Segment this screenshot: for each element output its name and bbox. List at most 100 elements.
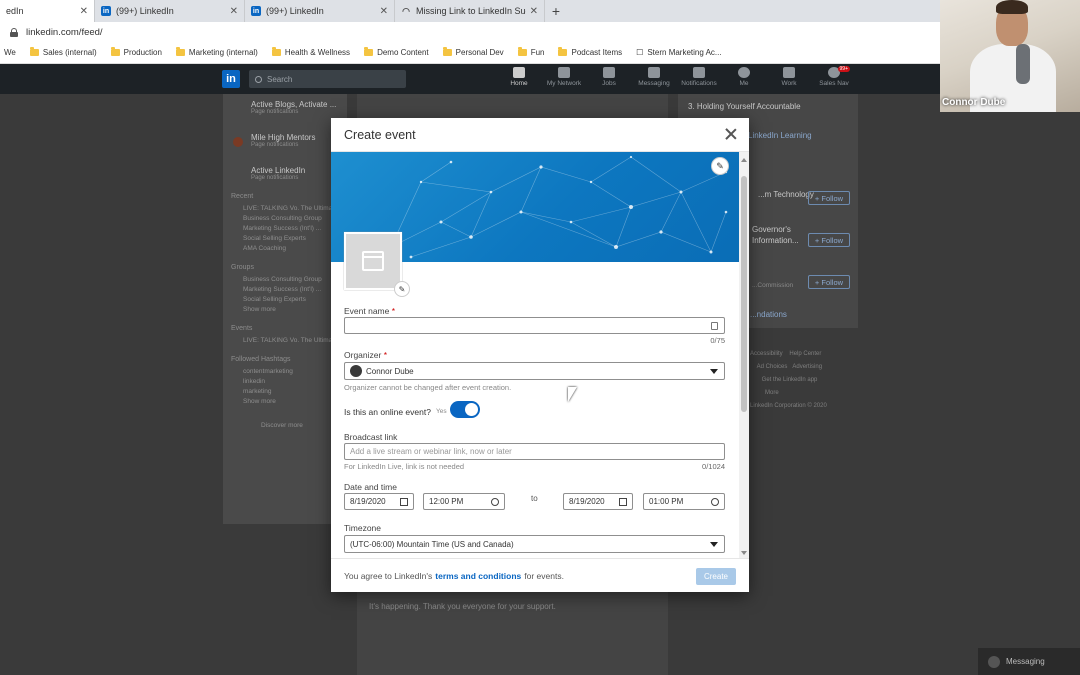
- online-event-toggle[interactable]: [450, 401, 480, 418]
- bookmark-item[interactable]: ☐ Stern Marketing Ac...: [636, 48, 721, 57]
- list-item[interactable]: Social Selling Experts: [223, 293, 347, 303]
- event-name-input[interactable]: [344, 317, 725, 334]
- page-item[interactable]: Active LinkedIn Page notifications: [223, 160, 347, 181]
- organizer-select[interactable]: Connor Dube: [344, 362, 725, 380]
- browser-tab-1[interactable]: edIn ✕: [0, 0, 95, 22]
- end-time-input[interactable]: 01:00 PM: [643, 493, 725, 510]
- bookmark-folder[interactable]: Personal Dev: [442, 47, 504, 57]
- browser-tab-bar: edIn ✕ in (99+) LinkedIn ✕ in (99+) Link…: [0, 0, 940, 22]
- chevron-down-icon: [710, 369, 718, 374]
- list-item[interactable]: Marketing Success (Int'l) ...: [223, 283, 347, 293]
- end-date-input[interactable]: 8/19/2020: [563, 493, 633, 510]
- list-item[interactable]: Social Selling Experts: [223, 232, 347, 242]
- close-tab-icon[interactable]: ✕: [530, 6, 538, 17]
- follow-button[interactable]: + Follow: [808, 233, 850, 247]
- bell-icon: [693, 67, 705, 78]
- event-name-counter: 0/75: [710, 336, 725, 345]
- view-recommendations-link[interactable]: ...ndations: [750, 310, 787, 319]
- broadcast-link-input[interactable]: Add a live stream or webinar link, now o…: [344, 443, 725, 460]
- linkedin-icon: in: [101, 6, 111, 16]
- wifi-icon: ◠: [402, 5, 410, 16]
- edit-cover-button[interactable]: ✎: [711, 157, 729, 175]
- folder-icon: [271, 47, 281, 56]
- modal-title: Create event: [344, 127, 416, 142]
- start-date-input[interactable]: 8/19/2020: [344, 493, 414, 510]
- bookmark-item[interactable]: We: [4, 48, 16, 57]
- linkedin-navbar: in Search Home My Network Jobs Messaging…: [0, 64, 1080, 94]
- people-icon: [558, 67, 570, 78]
- hashtag-item[interactable]: contentmarketing: [223, 365, 347, 375]
- list-item[interactable]: Business Consulting Group: [223, 212, 347, 222]
- nav-me[interactable]: Me: [724, 67, 764, 87]
- hashtag-item[interactable]: linkedin: [223, 375, 347, 385]
- bookmarks-bar: We Sales (internal) Production Marketing…: [0, 42, 1080, 64]
- hashtag-item[interactable]: marketing: [223, 385, 347, 395]
- suggestion-name: Governor's Information...: [752, 225, 799, 245]
- list-item[interactable]: Business Consulting Group: [223, 273, 347, 283]
- new-tab-button[interactable]: +: [545, 0, 567, 22]
- scroll-up-icon[interactable]: [741, 158, 747, 162]
- bookmark-icon: ☐: [636, 48, 644, 57]
- page-item[interactable]: Mile High Mentors Page notifications: [223, 127, 347, 148]
- event-logo-placeholder[interactable]: [344, 232, 402, 290]
- edit-logo-button[interactable]: ✎: [394, 281, 410, 297]
- bookmark-folder[interactable]: Podcast Items: [558, 47, 622, 57]
- close-tab-icon[interactable]: ✕: [80, 6, 88, 17]
- nav-jobs[interactable]: Jobs: [589, 67, 629, 87]
- course-title: 3. Holding Yourself Accountable: [688, 102, 801, 111]
- online-event-question: Is this an online event?: [344, 407, 431, 417]
- close-tab-icon[interactable]: ✕: [380, 6, 388, 17]
- microphone-icon: [1016, 44, 1030, 84]
- list-item[interactable]: Marketing Success (Int'l) ...: [223, 222, 347, 232]
- presenter-name: Connor Dube: [942, 97, 1006, 108]
- nav-notifications[interactable]: Notifications: [679, 67, 719, 87]
- avatar-icon: [738, 67, 750, 78]
- search-icon: [255, 75, 262, 83]
- bookmark-folder[interactable]: Fun: [517, 47, 544, 57]
- chevron-down-icon: [710, 542, 718, 547]
- bookmark-folder[interactable]: Production: [110, 47, 162, 57]
- list-item[interactable]: LIVE: TALKING Vo. The Ultimate: [223, 334, 347, 344]
- follow-button[interactable]: + Follow: [808, 191, 850, 205]
- broadcast-link-counter: 0/1024: [702, 462, 725, 471]
- messaging-bar[interactable]: Messaging: [978, 648, 1080, 675]
- notification-badge: 99+: [837, 66, 850, 72]
- terms-link[interactable]: terms and conditions: [435, 571, 521, 581]
- scroll-down-icon[interactable]: [741, 551, 747, 555]
- suggestion-name: ...m Technology: [758, 190, 814, 199]
- address-bar[interactable]: linkedin.com/feed/: [0, 22, 940, 42]
- bookmark-folder[interactable]: Health & Wellness: [271, 47, 350, 57]
- tab-title: edIn: [6, 6, 24, 16]
- bookmark-folder[interactable]: Marketing (internal): [175, 47, 258, 57]
- create-button[interactable]: Create: [696, 568, 736, 585]
- nav-home[interactable]: Home: [499, 67, 539, 87]
- browser-tab-2[interactable]: in (99+) LinkedIn ✕: [95, 0, 245, 22]
- list-item[interactable]: LIVE: TALKING Vo. The Ultimate: [223, 202, 347, 212]
- search-input[interactable]: Search: [249, 70, 406, 88]
- nav-work[interactable]: Work: [769, 67, 809, 87]
- nav-sales-nav[interactable]: Sales Nav 99+: [814, 66, 854, 87]
- list-item[interactable]: AMA Coaching: [223, 242, 347, 252]
- bookmark-folder[interactable]: Sales (internal): [29, 47, 97, 57]
- calendar-icon: [619, 498, 627, 506]
- close-icon[interactable]: [725, 128, 737, 140]
- toggle-knob: [465, 403, 478, 416]
- discover-more-link[interactable]: Discover more: [223, 419, 347, 429]
- show-more-link[interactable]: Show more: [223, 395, 347, 405]
- tab-title: (99+) LinkedIn: [266, 6, 324, 16]
- start-time-input[interactable]: 12:00 PM: [423, 493, 505, 510]
- show-more-link[interactable]: Show more: [223, 303, 347, 313]
- close-tab-icon[interactable]: ✕: [230, 6, 238, 17]
- nav-messaging[interactable]: Messaging: [634, 67, 674, 87]
- scrollbar-thumb[interactable]: [741, 176, 747, 412]
- nav-my-network[interactable]: My Network: [544, 67, 584, 87]
- linkedin-logo[interactable]: in: [222, 70, 240, 88]
- modal-header: Create event: [331, 118, 749, 152]
- section-heading: Recent: [231, 193, 254, 200]
- bookmark-folder[interactable]: Demo Content: [364, 47, 429, 57]
- browser-tab-3[interactable]: in (99+) LinkedIn ✕: [245, 0, 395, 22]
- follow-button[interactable]: + Follow: [808, 275, 850, 289]
- page-item[interactable]: Active Blogs, Activate ... Page notificat…: [223, 94, 347, 115]
- timezone-select[interactable]: (UTC-06:00) Mountain Time (US and Canada…: [344, 535, 725, 553]
- browser-tab-4[interactable]: ◠ Missing Link to LinkedIn Success ✕: [395, 0, 545, 22]
